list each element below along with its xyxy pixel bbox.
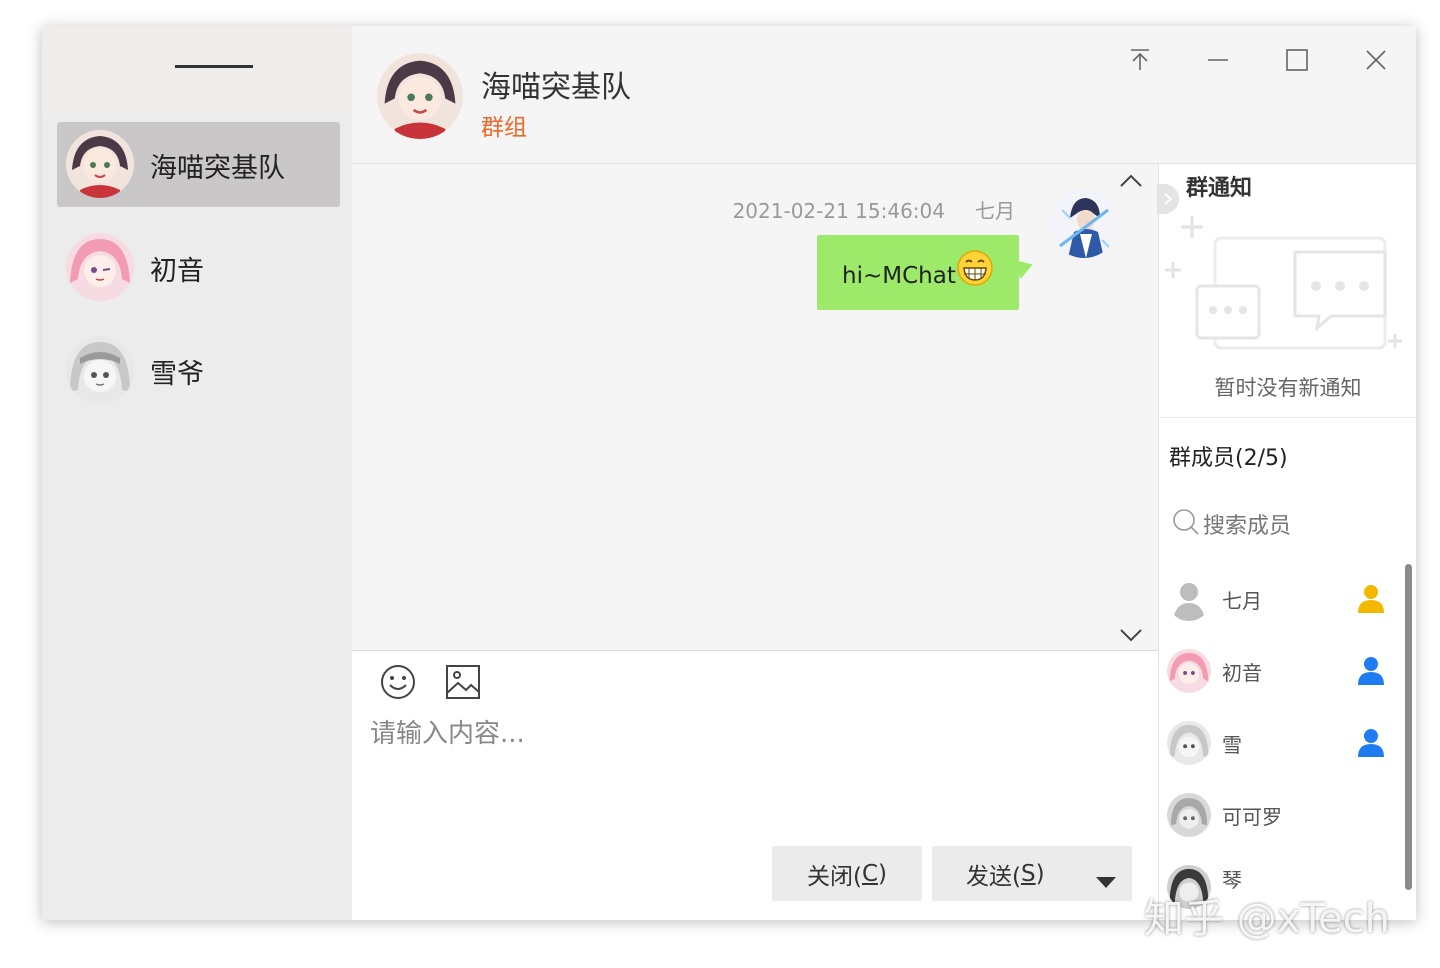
emoji-button[interactable] [379, 663, 417, 701]
minimize-icon [1208, 59, 1228, 61]
pin-top-icon [1131, 49, 1149, 70]
member-avatar [1167, 793, 1211, 837]
divider [1159, 417, 1416, 418]
collapse-panel-button[interactable] [1157, 184, 1179, 214]
sidebar-header [42, 26, 352, 116]
member-avatar [1167, 577, 1211, 621]
message-text: hi~MChat [842, 263, 956, 289]
member-item[interactable]: 初音 [1167, 644, 1407, 700]
smiley-icon [381, 665, 415, 699]
chevron-right-icon [1164, 193, 1173, 205]
close-button[interactable]: 关闭(C) [772, 846, 922, 901]
contact-name: 初音 [150, 256, 204, 287]
contact-name: 海喵突基队 [150, 153, 285, 184]
member-list-scrollbar[interactable] [1405, 564, 1412, 890]
scroll-down-button[interactable] [1118, 626, 1144, 644]
caret-down-icon [1096, 877, 1116, 888]
chevron-up-icon [1120, 174, 1142, 187]
empty-notice-text: 暂时没有新通知 [1214, 376, 1362, 400]
search-placeholder: 搜索成员 [1203, 514, 1292, 539]
member-name: 初音 [1222, 661, 1262, 685]
member-item[interactable]: 七月 [1167, 572, 1407, 628]
watermark: 知乎 @xTech [1144, 896, 1390, 942]
member-icon [1357, 656, 1385, 690]
chat-window: 海喵突基队 初音 雪爷 海喵突基队 群组 2021-02-21 15:46:04… [42, 26, 1416, 920]
minimize-button[interactable] [1198, 40, 1238, 80]
sidebar-item-haimiao-group[interactable]: 海喵突基队 [57, 122, 340, 207]
chevron-down-icon [1120, 629, 1142, 642]
members-title: 群成员(2/5) [1169, 446, 1288, 471]
member-name: 七月 [1222, 589, 1262, 613]
member-name: 可可罗 [1222, 805, 1282, 829]
scroll-up-button[interactable] [1118, 172, 1144, 190]
search-icon [1173, 509, 1199, 535]
message-sender: 七月 [975, 199, 1015, 223]
member-search-input[interactable]: 搜索成员 [1172, 504, 1372, 540]
avatar [66, 130, 134, 198]
sidebar-item-chuyin[interactable]: 初音 [57, 225, 340, 310]
contact-name: 雪爷 [150, 359, 204, 390]
group-notice-title: 群通知 [1186, 176, 1253, 201]
member-name: 雪 [1222, 733, 1242, 757]
send-options-dropdown[interactable] [1096, 869, 1116, 895]
avatar [66, 233, 134, 301]
message-composer[interactable]: 请输入内容... 关闭(C) 发送(S) [352, 650, 1158, 920]
member-item[interactable]: 可可罗 [1167, 788, 1407, 844]
member-icon [1357, 728, 1385, 762]
image-button[interactable] [444, 663, 482, 701]
empty-notice-illustration [1159, 212, 1416, 366]
conversation-sidebar: 海喵突基队 初音 雪爷 [42, 26, 352, 920]
message-timestamp: 2021-02-21 15:46:04 [732, 199, 945, 223]
avatar [66, 336, 134, 404]
sender-avatar[interactable] [1050, 190, 1118, 258]
member-avatar [1167, 649, 1211, 693]
group-info-panel: 群通知 暂时没有新通知 群成员(2/5) 搜索成员 七月 初音 雪 可可罗 琴 [1157, 164, 1416, 920]
sidebar-item-xueye[interactable]: 雪爷 [57, 328, 340, 413]
close-window-button[interactable] [1356, 40, 1396, 80]
image-icon [446, 665, 480, 699]
message-bubble[interactable]: hi~MChat [817, 235, 1019, 310]
message-list[interactable]: 2021-02-21 15:46:04 七月 hi~MChat [352, 164, 1158, 650]
pin-top-button[interactable] [1120, 40, 1160, 80]
member-avatar [1167, 721, 1211, 765]
message-meta: 2021-02-21 15:46:04 七月 [703, 195, 1015, 224]
grinning-emoji-icon [956, 249, 994, 291]
chat-header: 海喵突基队 群组 [352, 26, 1416, 164]
chat-type-label: 群组 [481, 115, 527, 141]
message-input[interactable]: 请输入内容... [370, 713, 525, 750]
owner-icon [1357, 584, 1385, 618]
member-item[interactable]: 雪 [1167, 716, 1407, 772]
send-button[interactable]: 发送(S) [932, 846, 1132, 901]
maximize-button[interactable] [1277, 40, 1317, 80]
page-title: 海喵突基队 [481, 70, 631, 105]
group-avatar[interactable] [377, 53, 463, 139]
maximize-icon [1286, 49, 1308, 71]
close-icon [1366, 50, 1386, 70]
menu-handle[interactable] [175, 65, 253, 68]
chat-main: 海喵突基队 群组 2021-02-21 15:46:04 七月 hi~MChat… [352, 26, 1416, 920]
